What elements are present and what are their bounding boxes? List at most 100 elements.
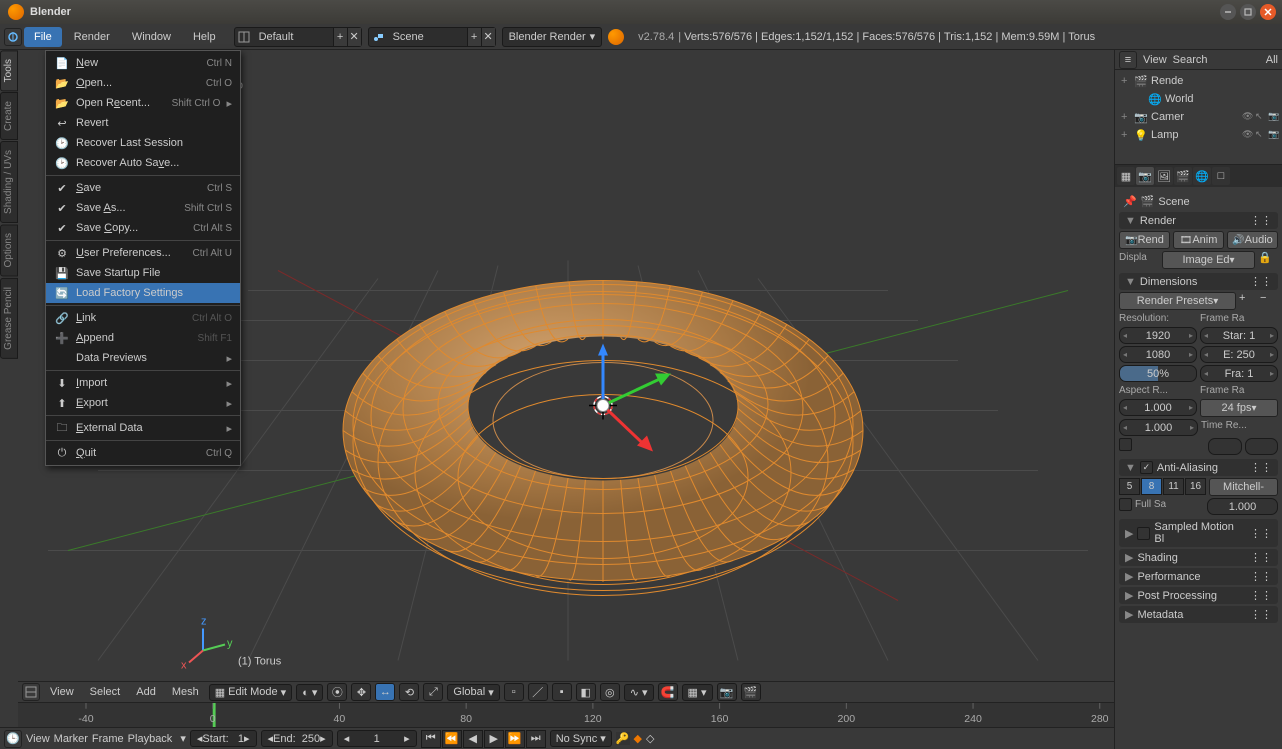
- snap-toggle[interactable]: 🧲: [658, 683, 678, 701]
- audio-button[interactable]: 🔊Audio: [1227, 231, 1278, 249]
- panel-sampled-motion-bl-header[interactable]: ▶Sampled Motion Bl⋮⋮: [1119, 519, 1278, 547]
- file-menu-recover-last-session[interactable]: 🕑Recover Last Session: [46, 133, 240, 153]
- jump-start-button[interactable]: ⏮: [421, 730, 441, 748]
- prop-tab-object[interactable]: □: [1212, 167, 1230, 185]
- pivot-button[interactable]: ⦿: [327, 683, 347, 701]
- new-mapping-field[interactable]: [1245, 438, 1279, 455]
- frame-start-field[interactable]: ◂Star: 1▸: [1200, 327, 1278, 344]
- border-checkbox[interactable]: [1119, 438, 1132, 451]
- maximize-button[interactable]: [1240, 4, 1256, 20]
- expand-icon[interactable]: +: [1121, 129, 1131, 141]
- outliner-search[interactable]: Search: [1173, 54, 1208, 66]
- file-menu-quit[interactable]: ⏻QuitCtrl Q: [46, 443, 240, 463]
- falloff-selector[interactable]: ∿ ▾: [624, 684, 654, 701]
- render-preview-button[interactable]: 📷: [717, 683, 737, 701]
- renderable-icon[interactable]: 📷: [1268, 129, 1280, 141]
- tab-shading-uvs[interactable]: Shading / UVs: [0, 141, 18, 223]
- editor-type-icon[interactable]: i: [4, 28, 22, 46]
- play-reverse-button[interactable]: ◀: [463, 730, 483, 748]
- tab-create[interactable]: Create: [0, 92, 18, 140]
- file-menu-import[interactable]: ⬇Import▸: [46, 373, 240, 393]
- frame-step-field[interactable]: ◂Fra: 1▸: [1200, 365, 1278, 382]
- vp-menu-add[interactable]: Add: [130, 686, 162, 698]
- timeline-editor-type-icon[interactable]: 🕒: [4, 730, 22, 748]
- panel-performance-header[interactable]: ▶Performance⋮⋮: [1119, 568, 1278, 585]
- timeline-ruler[interactable]: -40-12004080120160200240280: [18, 702, 1114, 727]
- sel-edge[interactable]: ／: [528, 683, 548, 701]
- outliner-row-world[interactable]: 🌐 World: [1117, 90, 1280, 108]
- full-sample-checkbox[interactable]: [1119, 498, 1132, 511]
- prop-tab-render[interactable]: 📷: [1136, 167, 1154, 185]
- preset-remove-button[interactable]: −: [1260, 292, 1278, 310]
- file-menu-export[interactable]: ⬆Export▸: [46, 393, 240, 413]
- aa-5[interactable]: 5: [1119, 478, 1140, 495]
- aa-11[interactable]: 11: [1163, 478, 1184, 495]
- layout-add-button[interactable]: +: [333, 28, 347, 46]
- file-menu-user-preferences[interactable]: ⚙User Preferences...Ctrl Alt U: [46, 243, 240, 263]
- selectable-icon[interactable]: ↖: [1255, 111, 1267, 123]
- prop-tab-scene[interactable]: 🎬: [1174, 167, 1192, 185]
- selectable-icon[interactable]: ↖: [1255, 129, 1267, 141]
- keyframe-prev-button[interactable]: ⏪: [442, 730, 462, 748]
- expand-icon[interactable]: +: [1121, 75, 1131, 87]
- end-frame-field[interactable]: ◂End: 250▸: [261, 730, 333, 747]
- screen-layout-selector[interactable]: Default + ✕: [234, 27, 362, 47]
- panel-metadata-header[interactable]: ▶Metadata⋮⋮: [1119, 606, 1278, 623]
- tl-menu-view[interactable]: View: [26, 733, 50, 745]
- outliner-editor-icon[interactable]: ≡: [1119, 51, 1137, 69]
- manipulator-scale[interactable]: ⤢: [423, 683, 443, 701]
- file-menu-load-factory-settings[interactable]: 🔄Load Factory Settings: [46, 283, 240, 303]
- outliner-row-lamp[interactable]: + 💡 Lamp👁↖📷: [1117, 126, 1280, 144]
- file-menu-save[interactable]: ✔SaveCtrl S: [46, 178, 240, 198]
- visibility-icon[interactable]: 👁: [1242, 129, 1254, 141]
- orientation-selector[interactable]: Global▾: [447, 684, 499, 701]
- panel-post-processing-header[interactable]: ▶Post Processing⋮⋮: [1119, 587, 1278, 604]
- tl-menu-playback[interactable]: Playback: [128, 733, 173, 745]
- outliner-row-camer[interactable]: + 📷 Camer👁↖📷: [1117, 108, 1280, 126]
- file-menu-external-data[interactable]: 🗀External Data▸: [46, 418, 240, 438]
- render-presets-selector[interactable]: Render Presets ▾: [1119, 292, 1236, 310]
- checkbox[interactable]: [1137, 527, 1150, 540]
- file-menu-save-as[interactable]: ✔Save As...Shift Ctrl S: [46, 198, 240, 218]
- vp-menu-mesh[interactable]: Mesh: [166, 686, 205, 698]
- scene-add-button[interactable]: +: [467, 28, 481, 46]
- limit-selection[interactable]: ◧: [576, 683, 596, 701]
- aspect-y-field[interactable]: ◂1.000▸: [1119, 419, 1198, 436]
- visibility-icon[interactable]: 👁: [1242, 111, 1254, 123]
- aa-enable-checkbox[interactable]: [1140, 461, 1153, 474]
- scene-selector[interactable]: Scene + ✕: [368, 27, 496, 47]
- old-mapping-field[interactable]: [1208, 438, 1242, 455]
- outliner-view[interactable]: View: [1143, 54, 1167, 66]
- current-frame-field[interactable]: ◂1▸: [337, 730, 417, 747]
- aa-filter-selector[interactable]: Mitchell-: [1209, 478, 1278, 496]
- file-menu-open-recent[interactable]: 📂Open Recent...Shift Ctrl O▸: [46, 93, 240, 113]
- aa-size-field[interactable]: 1.000: [1207, 498, 1278, 515]
- menu-window[interactable]: Window: [122, 27, 181, 47]
- res-x-field[interactable]: ◂1920▸: [1119, 327, 1197, 344]
- play-button[interactable]: ▶: [484, 730, 504, 748]
- fps-selector[interactable]: 24 fps ▾: [1200, 399, 1278, 417]
- manipulator-rotate[interactable]: ⟲: [399, 683, 419, 701]
- sel-vert[interactable]: ▫: [504, 683, 524, 701]
- pin-icon[interactable]: 📌: [1123, 195, 1137, 208]
- viewport-editor-type-icon[interactable]: [22, 683, 40, 701]
- aa-8[interactable]: 8: [1141, 478, 1162, 495]
- file-menu-new[interactable]: 📄NewCtrl N: [46, 53, 240, 73]
- file-menu-save-copy[interactable]: ✔Save Copy...Ctrl Alt S: [46, 218, 240, 238]
- prop-tab-blend[interactable]: ▦: [1117, 167, 1135, 185]
- panel-aa-header[interactable]: ▼Anti-Aliasing⋮⋮: [1119, 459, 1278, 476]
- jump-end-button[interactable]: ⏭: [526, 730, 546, 748]
- display-selector[interactable]: Image Ed ▾: [1162, 251, 1255, 269]
- start-frame-field[interactable]: ◂Start: 1▸: [190, 730, 257, 747]
- animation-button[interactable]: 🎞Anim: [1173, 231, 1224, 249]
- file-menu-save-startup-file[interactable]: 💾Save Startup File: [46, 263, 240, 283]
- render-engine-selector[interactable]: Blender Render ▾: [502, 27, 603, 47]
- panel-dimensions-header[interactable]: ▼Dimensions⋮⋮: [1119, 273, 1278, 290]
- auto-key-set[interactable]: ▾: [180, 732, 186, 745]
- lock-interface-button[interactable]: 🔒: [1258, 251, 1278, 269]
- tl-menu-frame[interactable]: Frame: [92, 733, 124, 745]
- tl-menu-marker[interactable]: Marker: [54, 733, 88, 745]
- tab-grease-pencil[interactable]: Grease Pencil: [0, 278, 18, 359]
- layout-remove-button[interactable]: ✕: [347, 28, 361, 46]
- file-menu-open[interactable]: 📂Open...Ctrl O: [46, 73, 240, 93]
